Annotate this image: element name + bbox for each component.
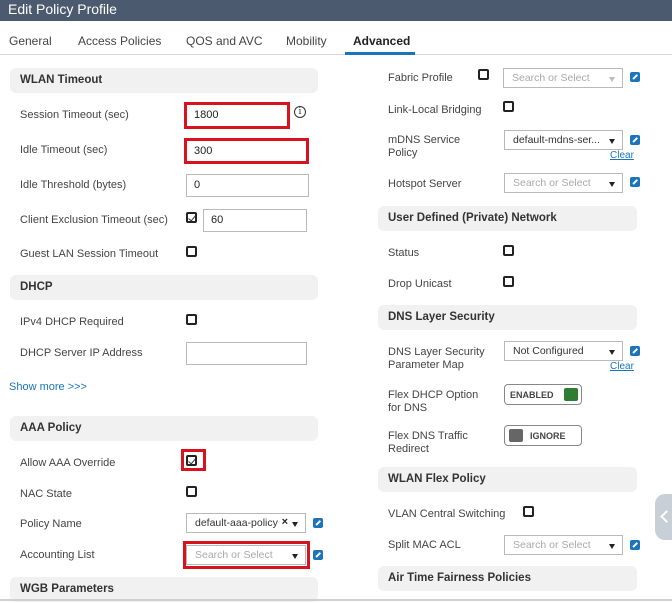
external-link-icon[interactable] bbox=[630, 346, 640, 356]
flex-dhcp-option-label: Flex DHCP Option for DNS bbox=[388, 389, 479, 414]
dhcp-heading: DHCP bbox=[10, 275, 318, 300]
aaa-policy-heading: AAA Policy bbox=[10, 416, 318, 441]
drop-unicast-label: Drop Unicast bbox=[388, 278, 452, 290]
nac-state-checkbox[interactable] bbox=[186, 486, 197, 497]
flex-dns-traffic-redirect-toggle[interactable]: IGNORE bbox=[504, 425, 582, 446]
guest-lan-session-timeout-label: Guest LAN Session Timeout bbox=[20, 248, 159, 260]
wlan-timeout-heading: WLAN Timeout bbox=[10, 68, 318, 93]
dns-parameter-map-value: Not Configured bbox=[513, 345, 584, 357]
flex-dhcp-option-toggle[interactable]: ENABLED bbox=[504, 384, 582, 405]
dhcp-server-ip-input[interactable] bbox=[186, 342, 307, 365]
tab-advanced[interactable]: Advanced bbox=[353, 34, 410, 48]
split-mac-acl-label: Split MAC ACL bbox=[388, 539, 461, 551]
wlan-flex-policy-heading: WLAN Flex Policy bbox=[378, 467, 637, 492]
tab-mobility[interactable]: Mobility bbox=[286, 34, 327, 48]
client-exclusion-checkbox[interactable] bbox=[186, 212, 197, 223]
scroll-to-top-button[interactable] bbox=[655, 494, 672, 540]
idle-threshold-input[interactable]: 0 bbox=[186, 174, 309, 197]
user-defined-network-heading: User Defined (Private) Network bbox=[378, 206, 637, 231]
idle-threshold-label: Idle Threshold (bytes) bbox=[20, 179, 127, 191]
external-link-icon[interactable] bbox=[630, 540, 640, 550]
link-local-bridging-checkbox[interactable] bbox=[503, 101, 514, 112]
hotspot-server-label: Hotspot Server bbox=[388, 178, 462, 190]
toggle-knob bbox=[564, 388, 578, 401]
chevron-down-icon bbox=[609, 544, 615, 549]
mdns-service-policy-select[interactable]: default-mdns-ser... bbox=[504, 130, 623, 150]
external-link-icon[interactable] bbox=[630, 177, 640, 187]
drop-unicast-checkbox[interactable] bbox=[503, 276, 514, 287]
vlan-central-switching-label: VLAN Central Switching bbox=[388, 508, 506, 520]
mdns-clear-link[interactable]: Clear bbox=[610, 150, 634, 161]
external-link-icon[interactable] bbox=[630, 135, 640, 145]
active-tab-indicator bbox=[345, 52, 415, 55]
external-link-icon[interactable] bbox=[630, 72, 640, 82]
vlan-central-switching-checkbox[interactable] bbox=[523, 506, 534, 517]
chevron-down-icon bbox=[292, 522, 298, 527]
dns-parameter-map-select[interactable]: Not Configured bbox=[504, 341, 623, 361]
mdns-service-policy-value: default-mdns-ser... bbox=[513, 134, 600, 146]
dns-layer-security-heading: DNS Layer Security bbox=[378, 305, 637, 330]
client-exclusion-timeout-input[interactable]: 60 bbox=[203, 209, 307, 232]
bottom-divider bbox=[0, 599, 672, 601]
tab-general[interactable]: General bbox=[9, 34, 52, 48]
dns-parameter-map-clear-link[interactable]: Clear bbox=[610, 361, 634, 372]
ipv4-dhcp-required-checkbox[interactable] bbox=[186, 314, 197, 325]
allow-aaa-override-label: Allow AAA Override bbox=[20, 457, 116, 469]
hotspot-server-select[interactable]: Search or Select bbox=[504, 173, 623, 193]
toggle-knob bbox=[509, 429, 523, 442]
air-time-fairness-heading: Air Time Fairness Policies bbox=[378, 566, 637, 591]
fabric-profile-placeholder: Search or Select bbox=[512, 72, 590, 84]
idle-timeout-label: Idle Timeout (sec) bbox=[20, 144, 108, 156]
mdns-service-policy-label: mDNS Service Policy bbox=[388, 134, 461, 159]
toggle-state-text: IGNORE bbox=[530, 431, 566, 441]
tab-access-policies[interactable]: Access Policies bbox=[78, 34, 161, 48]
ipv4-dhcp-required-label: IPv4 DHCP Required bbox=[20, 316, 124, 328]
session-timeout-label: Session Timeout (sec) bbox=[20, 109, 129, 121]
chevron-down-icon bbox=[609, 182, 615, 187]
accounting-list-label: Accounting List bbox=[20, 549, 95, 561]
status-checkbox[interactable] bbox=[503, 245, 514, 256]
guest-lan-session-timeout-checkbox[interactable] bbox=[186, 246, 197, 257]
highlight-idle-timeout bbox=[184, 138, 309, 164]
status-label: Status bbox=[388, 247, 420, 259]
dialog-title: Edit Policy Profile bbox=[0, 0, 672, 21]
policy-name-select[interactable]: default-aaa-policy × bbox=[186, 513, 306, 533]
highlight-session-timeout bbox=[184, 102, 290, 129]
dhcp-server-ip-label: DHCP Server IP Address bbox=[20, 347, 143, 359]
fabric-profile-label: Fabric Profile bbox=[388, 72, 453, 84]
chevron-down-icon bbox=[609, 350, 615, 355]
clear-x-icon[interactable]: × bbox=[282, 516, 288, 528]
hotspot-server-placeholder: Search or Select bbox=[513, 177, 591, 189]
client-exclusion-timeout-label: Client Exclusion Timeout (sec) bbox=[20, 214, 168, 226]
dns-parameter-map-label: DNS Layer Security Parameter Map bbox=[388, 346, 485, 371]
info-icon[interactable]: i bbox=[294, 106, 306, 118]
tab-qos-and-avc[interactable]: QOS and AVC bbox=[186, 34, 262, 48]
policy-name-value: default-aaa-policy bbox=[195, 517, 278, 529]
external-link-icon[interactable] bbox=[313, 550, 323, 560]
flex-dns-traffic-redirect-label: Flex DNS Traffic Redirect bbox=[388, 430, 468, 455]
show-more-link[interactable]: Show more >>> bbox=[9, 381, 87, 393]
chevron-down-icon bbox=[609, 139, 615, 144]
fabric-profile-select[interactable]: Search or Select bbox=[503, 68, 623, 88]
highlight-allow-aaa-override bbox=[181, 449, 206, 471]
policy-name-label: Policy Name bbox=[20, 518, 82, 530]
fabric-profile-checkbox[interactable] bbox=[478, 69, 489, 80]
split-mac-acl-select[interactable]: Search or Select bbox=[504, 535, 623, 555]
external-link-icon[interactable] bbox=[313, 518, 323, 528]
tab-bar: General Access Policies QOS and AVC Mobi… bbox=[0, 28, 672, 55]
nac-state-label: NAC State bbox=[20, 488, 72, 500]
split-mac-acl-placeholder: Search or Select bbox=[513, 539, 591, 551]
link-local-bridging-label: Link-Local Bridging bbox=[388, 104, 482, 116]
highlight-accounting-list bbox=[183, 541, 310, 569]
chevron-down-icon bbox=[609, 77, 615, 82]
toggle-state-text: ENABLED bbox=[510, 390, 554, 400]
